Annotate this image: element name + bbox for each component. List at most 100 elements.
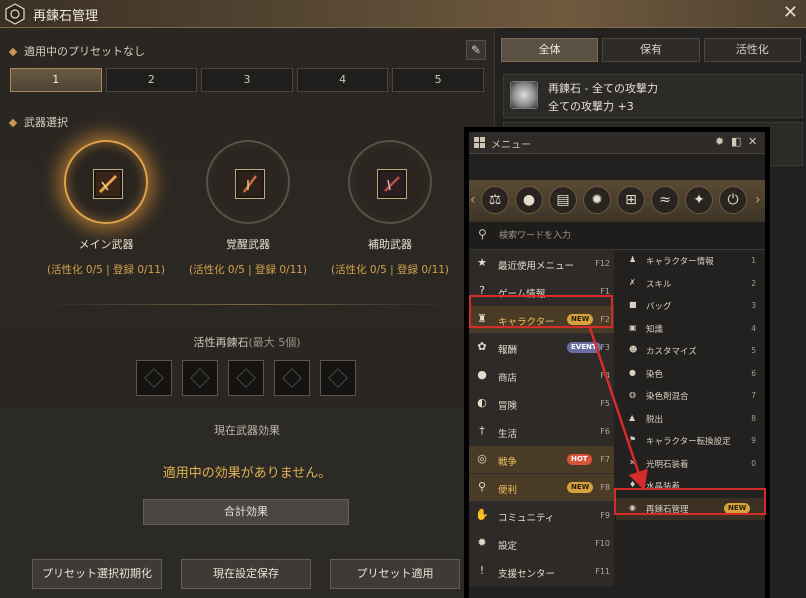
sparkle-icon[interactable]: ✦ — [685, 186, 713, 214]
menu-window: メニュー ✹ ◧ ✕ ‹ ⚖ ● ▤ ✹ ⊞ ≈ ✦ ⏻ › ⚲ ★ 最近使用メ… — [464, 127, 770, 598]
war-icon: ◎ — [477, 452, 487, 465]
wave-icon[interactable]: ≈ — [651, 186, 679, 214]
gear-icon[interactable]: ✹ — [715, 135, 724, 148]
sub-weapon-slot[interactable]: 補助武器 (活性化 0/5 | 登録 0/11) — [320, 140, 460, 277]
stone-slot[interactable] — [182, 360, 218, 396]
handshake-icon: ✋ — [475, 508, 489, 521]
main-weapon-icon — [93, 169, 123, 199]
gear-icon[interactable]: ✹ — [583, 186, 611, 214]
category-convenience[interactable]: ⚲ 便利 NEW F8 — [469, 474, 614, 502]
stone-list-item[interactable]: 再鍊石 - 全ての攻撃力 全ての攻撃力 +3 — [503, 74, 803, 118]
category-character[interactable]: ♜ キャラクター NEW F2 — [469, 306, 614, 334]
menu-search-input[interactable] — [499, 227, 719, 245]
weapon-ring — [64, 140, 148, 224]
preset-status: 適用中のプリセットなし — [8, 43, 145, 59]
category-game-info[interactable]: ? ゲーム情報 F1 — [469, 278, 614, 306]
weapon-effect-area: 現在武器効果 適用中の効果がありません。 合計効果 プリセット選択初期化 現在設… — [0, 408, 494, 598]
book-icon[interactable]: ▤ — [549, 186, 577, 214]
support-icon: ! — [479, 564, 485, 577]
preset-tab-4[interactable]: 4 — [296, 68, 389, 92]
submenu-lightstone[interactable]: ✕ 光明石装着 0 — [616, 453, 765, 476]
weapon-stat: (活性化 0/5 | 登録 0/11) — [330, 264, 450, 276]
tab-all[interactable]: 全体 — [501, 38, 599, 62]
event-badge: EVENT — [567, 342, 601, 353]
pet-icon[interactable]: ● — [515, 186, 543, 214]
weapon-ring — [348, 140, 432, 224]
category-war[interactable]: ◎ 戦争 HOT F7 — [469, 446, 614, 474]
divider — [40, 304, 454, 305]
submenu-dye[interactable]: ● 染色 6 — [616, 363, 765, 386]
close-icon[interactable]: ✕ — [748, 135, 757, 148]
filter-tabs: 全体 保有 活性化 — [501, 38, 801, 62]
helmet-icon: ♜ — [477, 312, 487, 325]
submenu-customize[interactable]: ☻ カスタマイズ 5 — [616, 340, 765, 363]
stone-slot[interactable] — [228, 360, 264, 396]
grid-icon — [474, 137, 485, 148]
layout-icon[interactable]: ◧ — [731, 135, 741, 148]
power-icon[interactable]: ⏻ — [719, 186, 747, 214]
preset-tab-2[interactable]: 2 — [105, 68, 198, 92]
title-bar: 再鍊石管理 ✕ — [0, 0, 806, 28]
chevron-left-icon[interactable]: ‹ — [470, 192, 476, 208]
submenu-character-change[interactable]: ⚑ キャラクター転換設定 9 — [616, 430, 765, 453]
preset-tabs: 1 2 3 4 5 — [10, 68, 484, 92]
submenu-crystal[interactable]: ♦ 水晶装着 — [616, 475, 765, 498]
total-effect-button[interactable]: 合計効果 — [143, 499, 349, 525]
skill-icon: ✗ — [629, 277, 636, 287]
weapon-ring — [206, 140, 290, 224]
category-recent[interactable]: ★ 最近使用メニュー F12 — [469, 250, 614, 278]
character-submenu: ♟ キャラクター情報 1 ✗ スキル 2 ■ バッグ 3 ▣ 知識 4 ☻ カス — [616, 250, 765, 520]
submenu-dye-mix[interactable]: ◍ 染色剤混合 7 — [616, 385, 765, 408]
question-icon: ? — [479, 284, 485, 297]
stone-desc: 全ての攻撃力 +3 — [548, 100, 634, 113]
category-life[interactable]: † 生活 F6 — [469, 418, 614, 446]
lightstone-icon: ✕ — [629, 457, 636, 467]
submenu-refine-stone[interactable]: ◉ 再鍊石管理 NEW — [616, 497, 765, 520]
category-rewards[interactable]: ✿ 報酬 EVENT F3 — [469, 334, 614, 362]
preset-tab-5[interactable]: 5 — [392, 68, 484, 92]
main-weapon-slot[interactable]: メイン武器 (活性化 0/5 | 登録 0/11) — [36, 140, 176, 277]
plus-box-icon[interactable]: ⊞ — [617, 186, 645, 214]
preset-tab-1[interactable]: 1 — [10, 68, 102, 92]
stone-slot[interactable] — [136, 360, 172, 396]
category-support[interactable]: ! 支援センター F11 — [469, 558, 614, 586]
submenu-escape[interactable]: ▲ 脱出 8 — [616, 408, 765, 431]
flag-icon: ⚑ — [629, 435, 637, 444]
quick-menu-bar: ‹ ⚖ ● ▤ ✹ ⊞ ≈ ✦ ⏻ › — [469, 180, 765, 222]
save-settings-button[interactable]: 現在設定保存 — [181, 559, 311, 589]
scale-icon[interactable]: ⚖ — [481, 186, 509, 214]
chevron-right-icon[interactable]: › — [755, 192, 761, 208]
stone-slot[interactable] — [274, 360, 310, 396]
weapon-name: メイン武器 — [78, 238, 134, 251]
current-effect-title: 現在武器効果 — [214, 424, 280, 437]
stone-slot[interactable] — [320, 360, 356, 396]
stone-name: 再鍊石 - 全ての攻撃力 — [548, 82, 658, 95]
preset-tab-3[interactable]: 3 — [201, 68, 293, 92]
awakening-weapon-slot[interactable]: 覚醒武器 (活性化 0/5 | 登録 0/11) — [178, 140, 318, 277]
edit-preset-button[interactable]: ✎ — [466, 40, 486, 60]
tab-owned[interactable]: 保有 — [602, 38, 700, 62]
window-title: 再鍊石管理 — [33, 9, 99, 24]
category-settings[interactable]: ✹ 設定 F10 — [469, 530, 614, 558]
diamond-bullet-icon — [8, 118, 18, 128]
category-list: ★ 最近使用メニュー F12 ? ゲーム情報 F1 ♜ キャラクター NEW F… — [469, 250, 614, 586]
menu-content: メニュー ✹ ◧ ✕ ‹ ⚖ ● ▤ ✹ ⊞ ≈ ✦ ⏻ › ⚲ ★ 最近使用メ… — [469, 132, 765, 598]
search-icon: ⚲ — [477, 480, 487, 493]
apply-preset-button[interactable]: プリセット適用 — [330, 559, 460, 589]
crystal-icon: ♦ — [629, 480, 637, 489]
submenu-knowledge[interactable]: ▣ 知識 4 — [616, 318, 765, 341]
submenu-skill[interactable]: ✗ スキル 2 — [616, 273, 765, 296]
category-adventure[interactable]: ◐ 冒険 F5 — [469, 390, 614, 418]
knowledge-icon: ▣ — [629, 322, 637, 332]
submenu-character-info[interactable]: ♟ キャラクター情報 1 — [616, 250, 765, 273]
tab-activated[interactable]: 活性化 — [703, 38, 801, 62]
reset-preset-button[interactable]: プリセット選択初期化 — [32, 559, 162, 589]
sub-weapon-icon — [377, 169, 407, 199]
close-button[interactable]: ✕ — [783, 2, 798, 23]
submenu-bag[interactable]: ■ バッグ 3 — [616, 295, 765, 318]
category-community[interactable]: ✋ コミュニティ F9 — [469, 502, 614, 530]
face-icon: ☻ — [629, 345, 638, 354]
character-icon: ♟ — [629, 255, 637, 264]
active-stone-slots — [136, 360, 356, 396]
category-shop[interactable]: ● 商店 F4 — [469, 362, 614, 390]
